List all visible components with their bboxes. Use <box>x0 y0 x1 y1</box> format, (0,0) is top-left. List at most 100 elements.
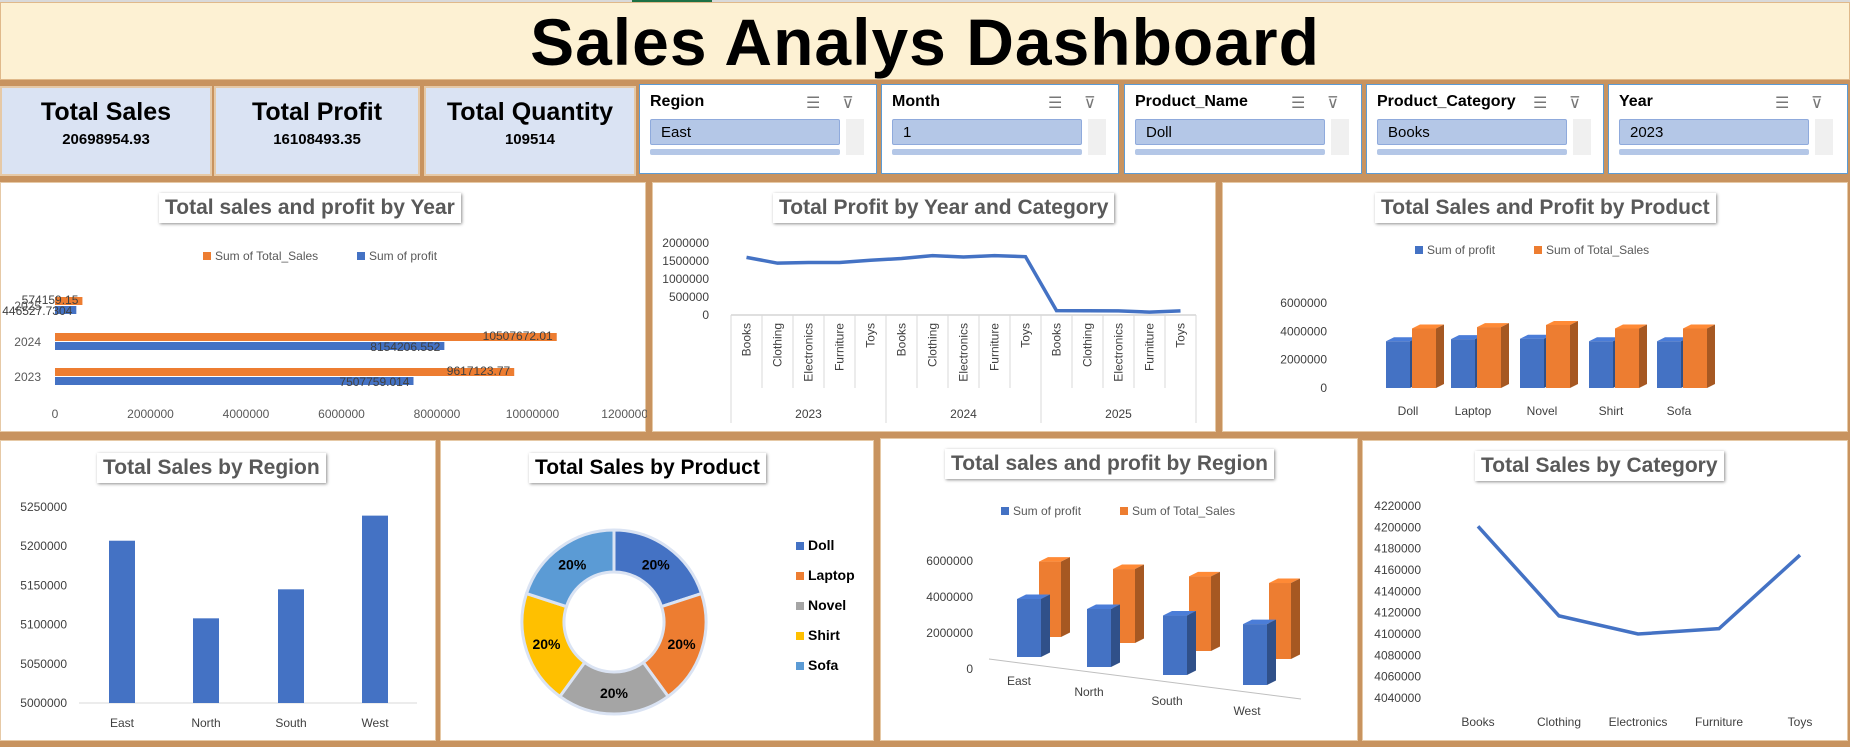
clear-filter-icon[interactable]: ⊽ <box>842 93 854 113</box>
kpi-label: Total Sales <box>40 98 172 126</box>
x-tick-label: Toys <box>1174 323 1188 348</box>
y-tick-label: 2000000 <box>1280 353 1327 367</box>
multi-select-icon[interactable]: ☰ <box>1048 93 1062 113</box>
profit-line <box>746 253 1181 314</box>
x-tick-label: Furniture <box>988 323 1002 371</box>
x-tick-label: Clothing <box>926 323 940 367</box>
legend-label: Sum of Total_Sales <box>215 249 318 263</box>
data-label-profit: 7507759.014 <box>339 375 409 389</box>
slicer-item[interactable] <box>650 149 840 155</box>
group-label: 2025 <box>1105 407 1132 421</box>
x-tick-label: Books <box>1461 715 1494 729</box>
slicer-item-selected[interactable]: 2023 <box>1619 119 1809 145</box>
slicer-item-selected[interactable]: East <box>650 119 840 145</box>
slicer-item-selected[interactable]: Doll <box>1135 119 1325 145</box>
y-tick-label: 6000000 <box>1280 296 1327 310</box>
chart-title: Total Sales by Product <box>529 453 766 483</box>
legend-swatch <box>1001 507 1009 515</box>
multi-select-icon[interactable]: ☰ <box>806 93 820 113</box>
data-label: 20% <box>532 636 561 652</box>
column-side <box>1061 557 1070 637</box>
slicer-scrollbar[interactable] <box>1815 119 1833 155</box>
x-tick-label: Furniture <box>833 323 847 371</box>
multi-select-icon[interactable]: ☰ <box>1533 93 1547 113</box>
y-tick-label: 4000000 <box>926 590 973 604</box>
y-tick-label: 2023 <box>14 370 41 384</box>
y-tick-label: 0 <box>702 308 709 322</box>
y-tick-label: 2024 <box>14 335 41 349</box>
slicer-item[interactable] <box>1135 149 1325 155</box>
chart-panel-region: Total Sales by Region 5000000 5050000 5100… <box>0 440 436 741</box>
multi-select-icon[interactable]: ☰ <box>1775 93 1789 113</box>
slicer-header: Month <box>892 93 940 110</box>
slicer-item[interactable] <box>892 149 1082 155</box>
legend-label: Sum of profit <box>1013 504 1082 518</box>
chart-title: Total sales and profit by Region <box>945 449 1274 479</box>
legend-swatch <box>796 542 804 550</box>
legend-swatch <box>357 252 365 260</box>
y-tick-label: 1500000 <box>662 254 709 268</box>
legend-swatch <box>1415 246 1423 254</box>
legend-label: Sofa <box>808 657 839 673</box>
slicer-header: Region <box>650 93 705 110</box>
x-tick-label: West <box>361 716 389 730</box>
slicer-scrollbar[interactable] <box>1088 119 1106 155</box>
y-tick-label: 5150000 <box>20 578 67 592</box>
x-tick-label: East <box>110 716 135 730</box>
x-tick-label: Clothing <box>1537 715 1581 729</box>
y-tick-label: 4160000 <box>1374 563 1421 577</box>
x-tick-label: 6000000 <box>318 407 365 421</box>
legend-swatch <box>203 252 211 260</box>
x-tick-label: Doll <box>1398 404 1419 418</box>
clear-filter-icon[interactable]: ⊽ <box>1084 93 1096 113</box>
data-label: 20% <box>600 685 629 701</box>
slicer-item[interactable] <box>1619 149 1809 155</box>
data-label-profit: 8154206.552 <box>370 340 440 354</box>
y-tick-label: 5250000 <box>20 500 67 514</box>
slicer-item[interactable] <box>1377 149 1567 155</box>
x-tick-label: Electronics <box>802 323 816 382</box>
bar <box>193 618 219 703</box>
chart-title: Total Sales and Profit by Product <box>1375 193 1716 223</box>
multi-select-icon[interactable]: ☰ <box>1291 93 1305 113</box>
bar <box>362 515 388 703</box>
slicer-month: Month ☰ ⊽ 1 <box>881 84 1119 174</box>
slicer-scrollbar[interactable] <box>846 119 864 155</box>
x-tick-label: Laptop <box>1455 404 1492 418</box>
x-tick-label: West <box>1233 704 1261 718</box>
y-tick-label: 4140000 <box>1374 584 1421 598</box>
chart-panel-category: Total Sales by Category 4040000 4060000 40… <box>1362 440 1848 741</box>
x-tick-label: 10000000 <box>506 407 560 421</box>
x-tick-label: Toys <box>1788 715 1813 729</box>
column-side <box>1570 320 1578 388</box>
chart-title: Total sales and profit by Year <box>159 193 461 223</box>
clear-filter-icon[interactable]: ⊽ <box>1327 93 1339 113</box>
y-tick-label: 6000000 <box>926 554 973 568</box>
y-tick-label: 5100000 <box>20 618 67 632</box>
slicer-item-selected[interactable]: Books <box>1377 119 1567 145</box>
y-tick-label: 500000 <box>669 290 709 304</box>
y-tick-label: 0 <box>966 662 973 676</box>
chart-panel-product: Total Sales and Profit by Product Sum of… <box>1222 182 1848 432</box>
clear-filter-icon[interactable]: ⊽ <box>1811 93 1823 113</box>
x-tick-label: Furniture <box>1143 323 1157 371</box>
y-tick-label: 4100000 <box>1374 627 1421 641</box>
data-label: 20% <box>642 557 671 573</box>
clear-filter-icon[interactable]: ⊽ <box>1569 93 1581 113</box>
slicer-product-name: Product_Name ☰ ⊽ Doll <box>1124 84 1362 174</box>
column-bar <box>1589 341 1613 388</box>
y-tick-label: 4220000 <box>1374 499 1421 513</box>
chart-title: Total Profit by Year and Category <box>773 193 1115 223</box>
x-tick-label: East <box>1007 674 1032 688</box>
column-bar <box>1163 615 1187 675</box>
slicer-product-category: Product_Category ☰ ⊽ Books <box>1366 84 1604 174</box>
y-tick-label: 4000000 <box>1280 324 1327 338</box>
x-tick-label: North <box>1074 685 1103 699</box>
slicer-scrollbar[interactable] <box>1573 119 1591 155</box>
column-side <box>1707 324 1715 388</box>
slicer-scrollbar[interactable] <box>1331 119 1349 155</box>
x-tick-label: 2000000 <box>127 407 174 421</box>
slicer-item-selected[interactable]: 1 <box>892 119 1082 145</box>
column-bar <box>1683 328 1707 388</box>
bar-sales <box>55 333 557 341</box>
